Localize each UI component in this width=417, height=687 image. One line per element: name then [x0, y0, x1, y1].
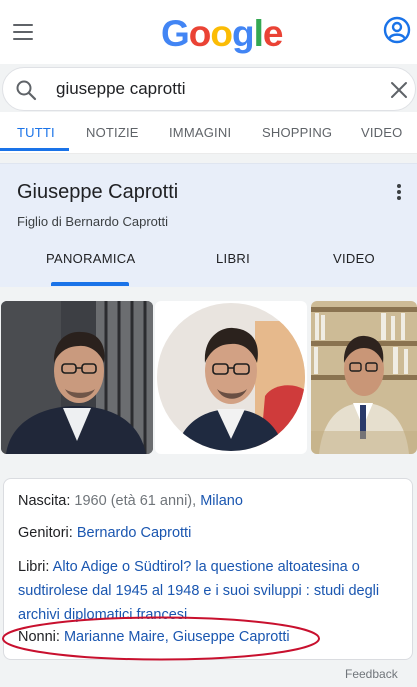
grandparents-link[interactable]: Marianne Maire, Giuseppe Caprotti [64, 629, 290, 645]
more-options-icon[interactable] [397, 184, 403, 200]
kp-tab-panoramica[interactable]: PANORAMICA [46, 251, 135, 266]
fact-libri: Libri: Alto Adige o Südtirol? la questio… [18, 555, 398, 627]
image-carousel [0, 301, 417, 454]
knowledge-panel-subtitle: Figlio di Bernardo Caprotti [17, 214, 169, 229]
hamburger-menu-icon[interactable] [13, 24, 33, 40]
fact-value: 1960 (età 61 anni), [74, 493, 201, 509]
fact-nonni: Nonni: Marianne Maire, Giuseppe Caprotti [18, 627, 398, 647]
knowledge-panel-title: Giuseppe Caprotti [17, 181, 179, 203]
facts-card: Nascita: 1960 (età 61 anni), Milano Geni… [3, 478, 413, 660]
google-logo[interactable]: Google [161, 12, 283, 56]
fact-genitori: Genitori: Bernardo Caprotti [18, 523, 398, 543]
tab-video[interactable]: VIDEO [361, 112, 402, 154]
kp-active-tab-indicator [51, 282, 129, 286]
search-icon[interactable] [15, 79, 37, 101]
close-icon[interactable] [389, 80, 409, 100]
top-bar: Google [0, 0, 417, 64]
account-icon[interactable] [383, 16, 411, 44]
book-link[interactable]: Alto Adige o Südtirol? la questione alto… [18, 559, 379, 623]
active-tab-indicator [0, 148, 69, 151]
person-photo-3[interactable] [311, 301, 417, 454]
fact-label: Nascita: [18, 493, 75, 509]
person-photo-1[interactable] [1, 301, 153, 454]
knowledge-panel-header: Giuseppe Caprotti Figlio di Bernardo Cap… [0, 163, 417, 287]
kp-tab-video[interactable]: VIDEO [333, 251, 375, 266]
search-box[interactable]: giuseppe caprotti [2, 67, 416, 111]
fact-label: Libri: [18, 559, 53, 575]
fact-label: Genitori: [18, 525, 77, 541]
search-input[interactable]: giuseppe caprotti [56, 68, 185, 110]
feedback-link[interactable]: Feedback [345, 667, 398, 681]
tab-immagini[interactable]: IMMAGINI [169, 112, 231, 154]
tab-shopping[interactable]: SHOPPING [262, 112, 332, 154]
tab-notizie[interactable]: NOTIZIE [86, 112, 139, 154]
kp-tab-libri[interactable]: LIBRI [216, 251, 250, 266]
fact-label: Nonni: [18, 629, 64, 645]
person-photo-2[interactable] [155, 301, 307, 454]
parent-link[interactable]: Bernardo Caprotti [77, 525, 191, 541]
birthplace-link[interactable]: Milano [200, 493, 243, 509]
fact-nascita: Nascita: 1960 (età 61 anni), Milano [18, 491, 398, 511]
